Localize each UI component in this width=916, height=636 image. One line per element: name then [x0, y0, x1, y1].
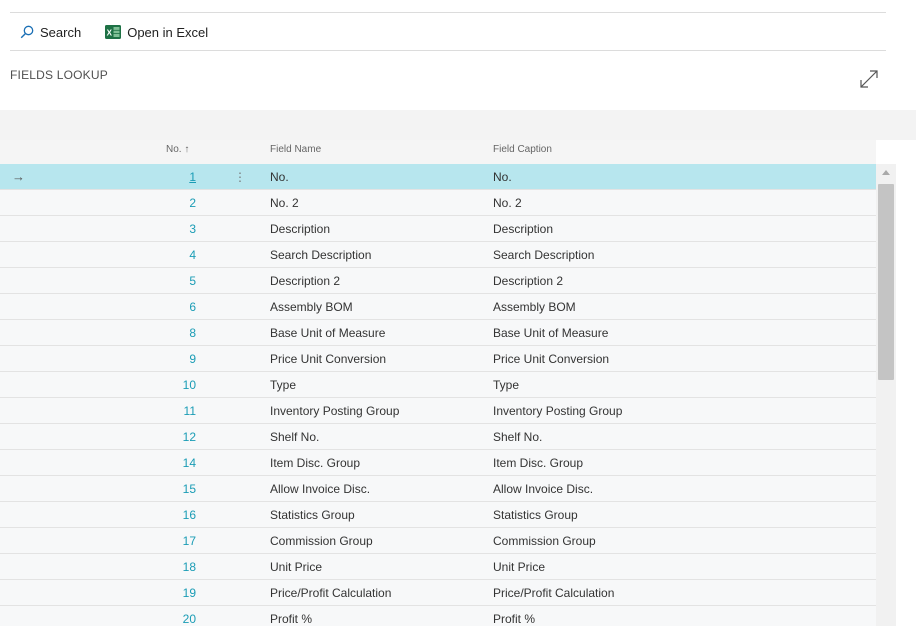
- current-row-arrow-icon: →: [12, 169, 25, 184]
- table-row[interactable]: 19 Price/Profit Calculation Price/Profit C…: [0, 580, 876, 606]
- cell-field-caption: Inventory Posting Group: [493, 404, 623, 418]
- cell-field-name: Item Disc. Group: [270, 456, 361, 470]
- top-divider: [10, 12, 886, 13]
- cell-field-caption: Allow Invoice Disc.: [493, 482, 594, 496]
- table-row[interactable]: 18 Unit Price Unit Price: [0, 554, 876, 580]
- cell-field-name: Search Description: [270, 248, 372, 262]
- cell-field-name: No. 2: [270, 196, 299, 210]
- cell-no-link[interactable]: 18: [140, 554, 196, 580]
- content-header-band: [0, 110, 916, 140]
- search-label: Search: [40, 24, 82, 40]
- table-row[interactable]: 9 Price Unit Conversion Price Unit Convers…: [0, 346, 876, 372]
- open-in-excel-label: Open in Excel: [127, 24, 209, 40]
- cell-field-caption: Description 2: [493, 274, 564, 288]
- cell-field-name: No.: [270, 170, 289, 184]
- table-row[interactable]: 16 Statistics Group Statistics Group: [0, 502, 876, 528]
- grid-header: No. ↑ Field Name Field Caption: [0, 140, 876, 164]
- cell-field-name: Type: [270, 378, 297, 392]
- cell-no-link[interactable]: 15: [140, 476, 196, 502]
- cell-field-caption: Assembly BOM: [493, 300, 576, 314]
- excel-icon: X: [105, 25, 122, 39]
- cell-no-link[interactable]: 17: [140, 528, 196, 554]
- page-title: FIELDS LOOKUP: [10, 68, 108, 82]
- svg-text:X: X: [107, 29, 113, 38]
- cell-no-link[interactable]: 14: [140, 450, 196, 476]
- table-row[interactable]: 20 Profit % Profit %: [0, 606, 876, 626]
- cell-no-link[interactable]: 4: [140, 242, 196, 268]
- table-row[interactable]: 6 Assembly BOM Assembly BOM: [0, 294, 876, 320]
- cell-field-caption: Statistics Group: [493, 508, 578, 522]
- cell-no-link[interactable]: 8: [140, 320, 196, 346]
- grid-rows: → ⋮ 1 No. No. 2 No. 2 No. 2 3 Description Descript…: [0, 164, 876, 626]
- cell-field-name: Allow Invoice Disc.: [270, 482, 371, 496]
- cell-no-link[interactable]: 19: [140, 580, 196, 606]
- action-bar: Search X Open in Excel: [10, 14, 886, 51]
- cell-field-name: Unit Price: [270, 560, 323, 574]
- fields-grid: No. ↑ Field Name Field Caption → ⋮ 1 No. No.…: [0, 140, 876, 626]
- cell-field-name: Commission Group: [270, 534, 373, 548]
- table-row[interactable]: 12 Shelf No. Shelf No.: [0, 424, 876, 450]
- cell-field-name: Price Unit Conversion: [270, 352, 387, 366]
- table-row[interactable]: → ⋮ 1 No. No.: [0, 164, 876, 190]
- table-row[interactable]: 14 Item Disc. Group Item Disc. Group: [0, 450, 876, 476]
- cell-no-link[interactable]: 9: [140, 346, 196, 372]
- expand-icon: [860, 70, 878, 88]
- table-row[interactable]: 4 Search Description Search Description: [0, 242, 876, 268]
- cell-field-name: Inventory Posting Group: [270, 404, 400, 418]
- cell-field-name: Description 2: [270, 274, 341, 288]
- cell-field-name: Shelf No.: [270, 430, 320, 444]
- cell-field-caption: Profit %: [493, 612, 536, 626]
- scrollbar-thumb[interactable]: [878, 184, 894, 380]
- cell-no-link[interactable]: 12: [140, 424, 196, 450]
- table-row[interactable]: 3 Description Description: [0, 216, 876, 242]
- cell-field-name: Profit %: [270, 612, 313, 626]
- cell-field-caption: Unit Price: [493, 560, 546, 574]
- cell-field-name: Base Unit of Measure: [270, 326, 386, 340]
- open-in-excel-button[interactable]: X Open in Excel: [105, 25, 208, 40]
- cell-field-caption: Description: [493, 222, 554, 236]
- cell-field-caption: Item Disc. Group: [493, 456, 584, 470]
- cell-no-link[interactable]: 6: [140, 294, 196, 320]
- cell-field-name: Description: [270, 222, 331, 236]
- cell-no-link[interactable]: 16: [140, 502, 196, 528]
- cell-field-caption: Shelf No.: [493, 430, 543, 444]
- cell-field-caption: No.: [493, 170, 512, 184]
- expand-button[interactable]: [858, 68, 880, 90]
- column-header-field-caption[interactable]: Field Caption: [493, 144, 552, 155]
- search-button[interactable]: Search: [20, 25, 81, 40]
- table-row[interactable]: 10 Type Type: [0, 372, 876, 398]
- cell-field-caption: Commission Group: [493, 534, 596, 548]
- column-header-field-name[interactable]: Field Name: [270, 144, 321, 155]
- cell-field-caption: Search Description: [493, 248, 595, 262]
- search-icon: [20, 25, 34, 39]
- cell-no-link[interactable]: 11: [140, 398, 196, 424]
- column-header-no[interactable]: No. ↑: [166, 144, 189, 155]
- cell-field-name: Price/Profit Calculation: [270, 586, 392, 600]
- scroll-up-arrow-icon[interactable]: [882, 170, 890, 175]
- cell-no-link[interactable]: 1: [140, 164, 196, 190]
- table-row[interactable]: 2 No. 2 No. 2: [0, 190, 876, 216]
- table-row[interactable]: 15 Allow Invoice Disc. Allow Invoice Disc.: [0, 476, 876, 502]
- table-row[interactable]: 17 Commission Group Commission Group: [0, 528, 876, 554]
- vertical-scrollbar[interactable]: [876, 164, 896, 626]
- cell-field-name: Statistics Group: [270, 508, 355, 522]
- cell-no-link[interactable]: 10: [140, 372, 196, 398]
- table-row[interactable]: 11 Inventory Posting Group Inventory Posti…: [0, 398, 876, 424]
- cell-field-caption: Price Unit Conversion: [493, 352, 610, 366]
- cell-field-caption: No. 2: [493, 196, 522, 210]
- cell-no-link[interactable]: 2: [140, 190, 196, 216]
- cell-field-caption: Price/Profit Calculation: [493, 586, 615, 600]
- table-row[interactable]: 5 Description 2 Description 2: [0, 268, 876, 294]
- table-row[interactable]: 8 Base Unit of Measure Base Unit of Measur…: [0, 320, 876, 346]
- cell-field-caption: Type: [493, 378, 520, 392]
- cell-no-link[interactable]: 20: [140, 606, 196, 626]
- cell-no-link[interactable]: 5: [140, 268, 196, 294]
- cell-no-link[interactable]: 3: [140, 216, 196, 242]
- cell-field-caption: Base Unit of Measure: [493, 326, 609, 340]
- row-menu-icon[interactable]: ⋮: [234, 164, 246, 190]
- cell-field-name: Assembly BOM: [270, 300, 353, 314]
